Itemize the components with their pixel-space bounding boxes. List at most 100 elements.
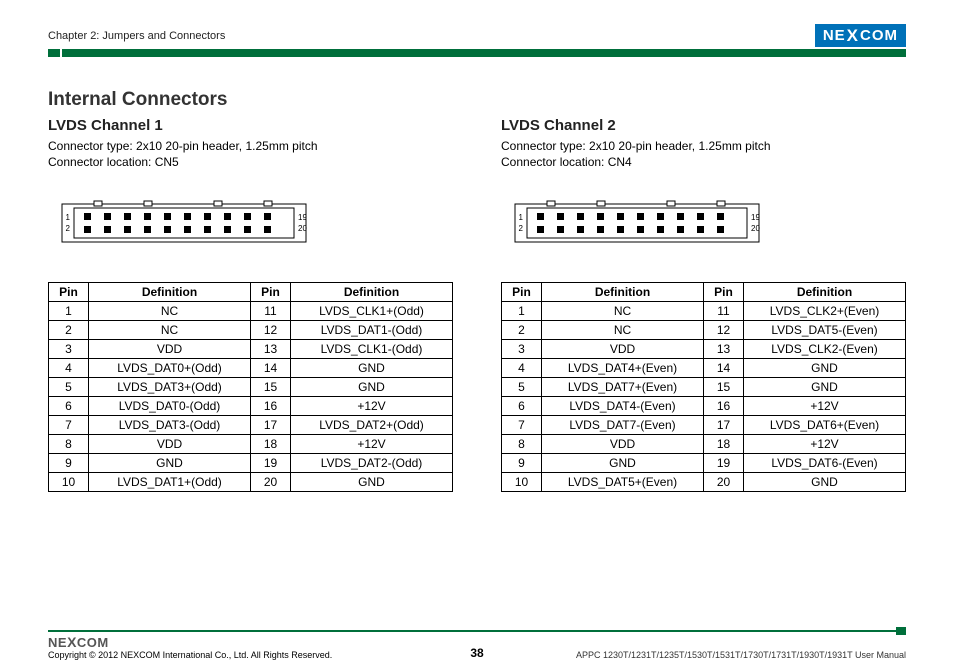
table-row: 2NC12LVDS_DAT5-(Even) xyxy=(502,321,906,340)
table-cell: LVDS_DAT6-(Even) xyxy=(744,454,906,473)
table-cell: 19 xyxy=(704,454,744,473)
table-row: 5LVDS_DAT7+(Even)15GND xyxy=(502,378,906,397)
table-cell: GND xyxy=(291,378,453,397)
th-def: Definition xyxy=(291,283,453,302)
table-cell: 2 xyxy=(502,321,542,340)
table-cell: 3 xyxy=(502,340,542,359)
table-cell: +12V xyxy=(744,435,906,454)
table-cell: +12V xyxy=(744,397,906,416)
table-cell: 10 xyxy=(49,473,89,492)
footer-brand-logo: NEXCOM xyxy=(48,634,332,650)
table-cell: GND xyxy=(744,473,906,492)
table-row: 2NC12LVDS_DAT1-(Odd) xyxy=(49,321,453,340)
table-cell: 6 xyxy=(502,397,542,416)
svg-text:1: 1 xyxy=(519,213,524,222)
table-row: 10LVDS_DAT5+(Even)20GND xyxy=(502,473,906,492)
table-cell: 7 xyxy=(502,416,542,435)
svg-text:20: 20 xyxy=(751,224,760,233)
table-cell: 12 xyxy=(704,321,744,340)
table-row: 8VDD18+12V xyxy=(502,435,906,454)
table-cell: 20 xyxy=(251,473,291,492)
lvds-channel-2: LVDS Channel 2 Connector type: 2x10 20-p… xyxy=(501,117,906,492)
channel2-desc-type: Connector type: 2x10 20-pin header, 1.25… xyxy=(501,138,906,154)
table-cell: GND xyxy=(744,378,906,397)
svg-text:2: 2 xyxy=(66,224,71,233)
table-row: 3VDD13LVDS_CLK1-(Odd) xyxy=(49,340,453,359)
table-cell: +12V xyxy=(291,435,453,454)
table-row: 7LVDS_DAT7-(Even)17LVDS_DAT6+(Even) xyxy=(502,416,906,435)
th-def: Definition xyxy=(542,283,704,302)
pin-table-cn5: Pin Definition Pin Definition 1NC11LVDS_… xyxy=(48,282,453,492)
svg-text:19: 19 xyxy=(751,213,760,222)
table-cell: LVDS_CLK1-(Odd) xyxy=(291,340,453,359)
table-row: 6LVDS_DAT4-(Even)16+12V xyxy=(502,397,906,416)
table-cell: LVDS_DAT2-(Odd) xyxy=(291,454,453,473)
table-cell: 4 xyxy=(49,359,89,378)
table-cell: 15 xyxy=(251,378,291,397)
table-cell: 1 xyxy=(502,302,542,321)
table-cell: LVDS_DAT0-(Odd) xyxy=(89,397,251,416)
table-cell: LVDS_CLK2-(Even) xyxy=(744,340,906,359)
channel2-title: LVDS Channel 2 xyxy=(501,117,906,134)
table-cell: GND xyxy=(542,454,704,473)
table-cell: 13 xyxy=(704,340,744,359)
table-cell: 4 xyxy=(502,359,542,378)
svg-text:19: 19 xyxy=(298,213,307,222)
table-cell: 8 xyxy=(502,435,542,454)
channel2-desc-loc: Connector location: CN4 xyxy=(501,154,906,170)
table-row: 10LVDS_DAT1+(Odd)20GND xyxy=(49,473,453,492)
table-cell: GND xyxy=(291,473,453,492)
channel1-desc-type: Connector type: 2x10 20-pin header, 1.25… xyxy=(48,138,453,154)
table-cell: LVDS_DAT0+(Odd) xyxy=(89,359,251,378)
table-cell: 14 xyxy=(704,359,744,378)
table-cell: 16 xyxy=(704,397,744,416)
logo-part-left: NE xyxy=(823,27,846,44)
table-cell: LVDS_DAT3-(Odd) xyxy=(89,416,251,435)
table-cell: LVDS_DAT2+(Odd) xyxy=(291,416,453,435)
table-cell: LVDS_DAT5-(Even) xyxy=(744,321,906,340)
table-cell: LVDS_CLK1+(Odd) xyxy=(291,302,453,321)
channel1-title: LVDS Channel 1 xyxy=(48,117,453,134)
logo-x-icon: X xyxy=(847,29,859,43)
table-cell: 2 xyxy=(49,321,89,340)
table-cell: NC xyxy=(89,321,251,340)
table-row: 4LVDS_DAT0+(Odd)14GND xyxy=(49,359,453,378)
table-cell: GND xyxy=(291,359,453,378)
table-cell: 19 xyxy=(251,454,291,473)
table-cell: LVDS_DAT1+(Odd) xyxy=(89,473,251,492)
table-cell: 15 xyxy=(704,378,744,397)
table-cell: VDD xyxy=(542,435,704,454)
table-cell: 11 xyxy=(704,302,744,321)
table-cell: LVDS_DAT3+(Odd) xyxy=(89,378,251,397)
table-cell: 12 xyxy=(251,321,291,340)
page-title: Internal Connectors xyxy=(48,89,906,111)
copyright-text: Copyright © 2012 NEXCOM International Co… xyxy=(48,650,332,660)
table-cell: 3 xyxy=(49,340,89,359)
table-cell: NC xyxy=(542,302,704,321)
channel1-desc-loc: Connector location: CN5 xyxy=(48,154,453,170)
svg-text:20: 20 xyxy=(298,224,307,233)
table-cell: 20 xyxy=(704,473,744,492)
page-number: 38 xyxy=(470,646,483,660)
table-cell: 8 xyxy=(49,435,89,454)
table-row: 1NC11LVDS_CLK1+(Odd) xyxy=(49,302,453,321)
table-cell: 11 xyxy=(251,302,291,321)
table-cell: VDD xyxy=(542,340,704,359)
table-cell: 5 xyxy=(49,378,89,397)
connector-diagram-cn4: 1 2 19 20 xyxy=(507,198,906,248)
header-rule xyxy=(48,49,906,61)
th-pin: Pin xyxy=(251,283,291,302)
table-cell: GND xyxy=(744,359,906,378)
table-row: 8VDD18+12V xyxy=(49,435,453,454)
table-row: 3VDD13LVDS_CLK2-(Even) xyxy=(502,340,906,359)
table-cell: 6 xyxy=(49,397,89,416)
svg-text:1: 1 xyxy=(66,213,71,222)
chapter-label: Chapter 2: Jumpers and Connectors xyxy=(48,30,225,42)
table-cell: LVDS_DAT5+(Even) xyxy=(542,473,704,492)
table-cell: GND xyxy=(89,454,251,473)
brand-logo: NEXCOM xyxy=(815,24,906,47)
table-cell: 9 xyxy=(49,454,89,473)
table-cell: 18 xyxy=(704,435,744,454)
table-cell: VDD xyxy=(89,340,251,359)
table-row: 9GND19LVDS_DAT2-(Odd) xyxy=(49,454,453,473)
